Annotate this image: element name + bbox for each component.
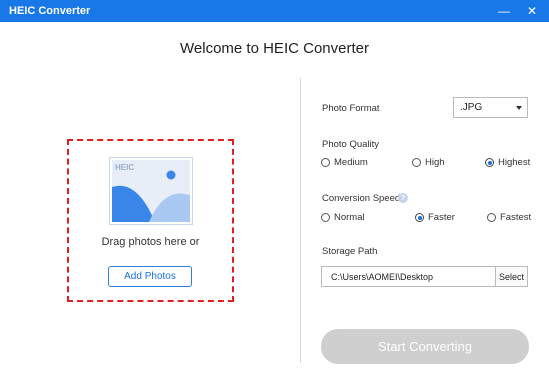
photo-format-select[interactable]: .JPG [453,97,528,118]
quality-option-high[interactable]: High [412,157,445,168]
chevron-down-icon [516,106,522,110]
select-path-button[interactable]: Select [495,266,528,287]
radio-selected-icon [485,158,494,167]
start-converting-button[interactable]: Start Converting [321,329,529,364]
photo-format-label: Photo Format [322,103,380,114]
photo-quality-label: Photo Quality [322,139,380,150]
radio-label: Faster [428,212,455,223]
speed-option-faster[interactable]: Faster [415,212,455,223]
speed-option-fastest[interactable]: Fastest [487,212,531,223]
quality-option-highest[interactable]: Highest [485,157,530,168]
drop-hint: Drag photos here or [101,236,200,248]
title-bar: HEIC Converter — ✕ [0,0,549,22]
welcome-heading: Welcome to HEIC Converter [180,40,369,57]
help-icon[interactable]: ? [398,193,408,203]
window-title: HEIC Converter [9,5,91,17]
radio-selected-icon [415,213,424,222]
photo-drop-zone[interactable]: HEIC Drag photos here or Add Photos [67,139,234,302]
panel-divider [300,78,301,363]
radio-label: Highest [498,157,531,168]
radio-label: Fastest [500,212,532,223]
quality-option-medium[interactable]: Medium [321,157,368,168]
radio-label: High [425,157,445,168]
close-icon[interactable]: ✕ [521,0,543,22]
radio-icon [321,213,330,222]
heic-badge: HEIC [115,163,134,172]
radio-icon [412,158,421,167]
photo-format-value: .JPG [460,102,483,113]
storage-path-label: Storage Path [322,246,378,257]
heic-image-icon: HEIC [109,157,193,225]
radio-label: Normal [334,212,365,223]
add-photos-button[interactable]: Add Photos [108,266,192,287]
minimize-icon[interactable]: — [493,0,515,22]
radio-icon [487,213,496,222]
speed-option-normal[interactable]: Normal [321,212,365,223]
storage-path-input[interactable]: C:\Users\AOMEI\Desktop [321,266,495,287]
radio-label: Medium [334,157,368,168]
conversion-speed-label: Conversion Speed [322,193,401,204]
radio-icon [321,158,330,167]
